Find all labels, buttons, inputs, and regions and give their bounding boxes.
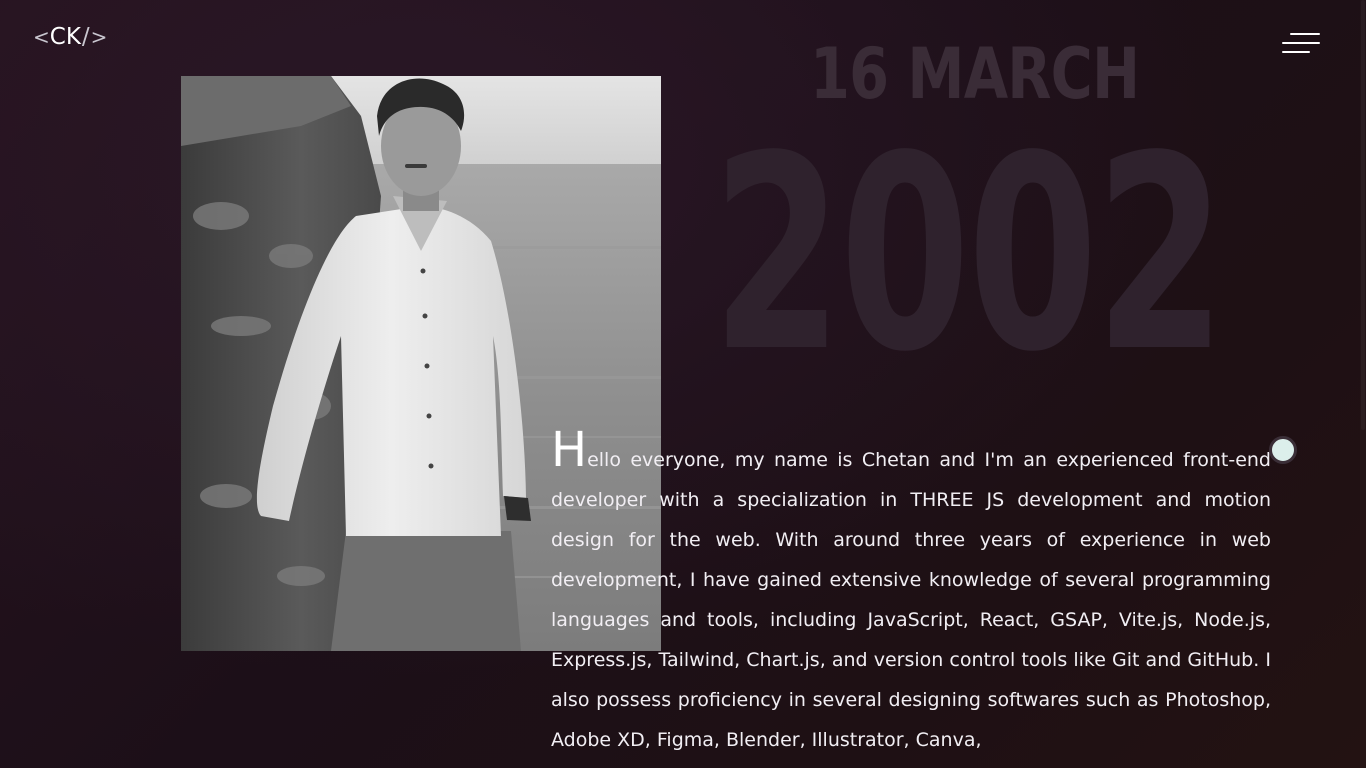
hamburger-menu-icon[interactable] [1278,30,1324,62]
site-logo[interactable]: < CK / > [33,24,107,50]
logo-text: CK [49,24,81,50]
menu-line-middle [1282,42,1320,44]
about-drop-cap: H [551,422,588,478]
menu-line-top [1290,33,1320,35]
about-paragraph: Hello everyone, my name is Chetan and I'… [551,426,1271,760]
about-text: ello everyone, my name is Chetan and I'm… [551,449,1271,751]
logo-open-bracket: < [33,25,50,49]
logo-slash: / [81,24,90,50]
menu-line-bottom [1282,51,1310,53]
cursor-follower-dot [1269,436,1297,464]
scrollbar-thumb[interactable] [1361,0,1365,430]
background-year-text: 2002 [712,99,1226,411]
logo-close-bracket: > [90,25,108,49]
